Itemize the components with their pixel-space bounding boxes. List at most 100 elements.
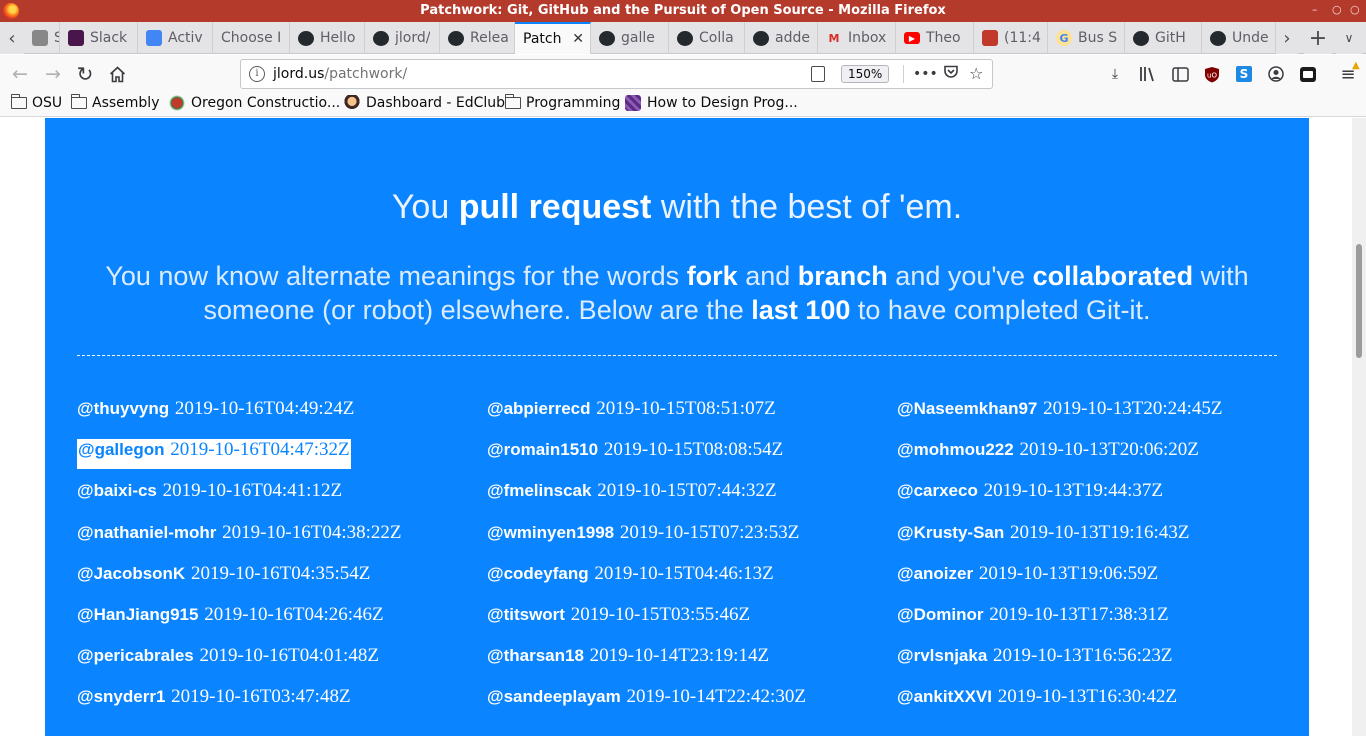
close-window-button[interactable]: ○ [1350, 3, 1360, 16]
bookmark-programming[interactable]: Programming [504, 94, 620, 111]
completion-timestamp: 2019-10-13T17:38:31Z [989, 604, 1169, 625]
completion-entry: @sandeeplayam 2019-10-14T22:42:30Z [487, 686, 806, 716]
github-username-link[interactable]: @baixi-cs [77, 481, 157, 500]
github-username-link[interactable]: @Dominor [897, 605, 983, 624]
github-username-link[interactable]: @pericabrales [77, 646, 194, 665]
completion-timestamp: 2019-10-16T04:01:48Z [199, 645, 379, 666]
reader-view-icon[interactable] [811, 66, 825, 82]
github-username-link[interactable]: @nathaniel-mohr [77, 523, 216, 542]
github-username-link[interactable]: @HanJiang915 [77, 605, 198, 624]
tab-label: adde [775, 30, 810, 46]
tab-4[interactable]: Hello [290, 22, 365, 54]
github-username-link[interactable]: @tharsan18 [487, 646, 584, 665]
tab-16[interactable]: Unde [1202, 22, 1276, 54]
extension-dark-icon[interactable] [1299, 65, 1317, 83]
sidebar-icon[interactable] [1171, 65, 1189, 83]
tab-label: Relea [470, 30, 509, 46]
github-username-link[interactable]: @titswort [487, 605, 565, 624]
bookmark-star-icon[interactable]: ☆ [969, 64, 983, 83]
site-info-icon[interactable]: i [249, 66, 265, 82]
github-username-link[interactable]: @Krusty-San [897, 523, 1004, 542]
folder-icon [10, 94, 27, 109]
urlbar-separator [903, 65, 904, 83]
tab-11[interactable]: M Inbox [818, 22, 896, 54]
url-bar[interactable]: i jlord.us/patchwork/ 150% ••• ☆ [240, 59, 993, 89]
completion-entry: @Krusty-San 2019-10-13T19:16:43Z [897, 522, 1189, 552]
completion-entry: @titswort 2019-10-15T03:55:46Z [487, 604, 750, 634]
tab-7[interactable]: Patch ✕ [515, 22, 591, 54]
github-username-link[interactable]: @romain1510 [487, 440, 598, 459]
library-icon[interactable] [1139, 65, 1157, 83]
completion-timestamp: 2019-10-16T04:26:46Z [204, 604, 384, 625]
tab-9[interactable]: Colla [669, 22, 745, 54]
tab-12[interactable]: ▶ Theo [896, 22, 974, 54]
github-username-link[interactable]: @fmelinscak [487, 481, 591, 500]
close-tab-icon[interactable]: ✕ [572, 31, 584, 47]
completion-timestamp: 2019-10-16T04:41:12Z [162, 480, 343, 501]
minimize-button[interactable]: – [1312, 3, 1318, 16]
zoom-level-button[interactable]: 150% [841, 65, 890, 83]
tab-15[interactable]: GitH [1125, 22, 1202, 54]
bookmark-edclub-dashboard[interactable]: Dashboard - EdClub [344, 95, 505, 111]
completion-entry: @nathaniel-mohr 2019-10-16T04:38:22Z [77, 522, 402, 552]
all-tabs-menu-icon[interactable]: ∨ [1336, 22, 1362, 54]
tab-0[interactable]: S F [24, 22, 60, 54]
bookmark-htdp[interactable]: How to Design Prog... [625, 95, 798, 111]
home-button[interactable] [104, 61, 130, 87]
scrollbar-thumb[interactable] [1356, 244, 1362, 358]
github-username-link[interactable]: @mohmou222 [897, 440, 1014, 459]
completion-timestamp: 2019-10-13T16:56:23Z [993, 645, 1173, 666]
reload-button[interactable]: ↻ [72, 61, 98, 87]
github-username-link[interactable]: @JacobsonK [77, 564, 185, 583]
github-icon [753, 30, 769, 46]
github-username-link[interactable]: @carxeco [897, 481, 978, 500]
github-username-link[interactable]: @ankitXXVI [897, 687, 992, 706]
forward-button[interactable]: → [40, 61, 66, 87]
github-username-link[interactable]: @wminyen1998 [487, 523, 614, 542]
downloads-icon[interactable]: ⤓ [1106, 65, 1124, 83]
completion-entry: @JacobsonK 2019-10-16T04:35:54Z [77, 563, 370, 593]
github-username-link[interactable]: @thuyvyng [77, 399, 169, 418]
ublock-origin-icon[interactable]: uO [1203, 65, 1221, 83]
tab-5[interactable]: jlord/ [365, 22, 440, 54]
github-username-link[interactable]: @codeyfang [487, 564, 589, 583]
github-username-link[interactable]: @sandeeplayam [487, 687, 621, 706]
page-actions-menu-icon[interactable]: ••• [913, 66, 938, 82]
github-username-link[interactable]: @rvlsnjaka [897, 646, 987, 665]
tab-8[interactable]: galle [591, 22, 669, 54]
completion-entry: @pericabrales 2019-10-16T04:01:48Z [77, 645, 379, 675]
github-username-link[interactable]: @anoizer [897, 564, 973, 583]
completion-entry: @abpierrecd 2019-10-15T08:51:07Z [487, 398, 776, 428]
tab-13[interactable]: (11:4 [974, 22, 1048, 54]
tab-3[interactable]: Choose I [213, 22, 290, 54]
tab-1[interactable]: Slack [60, 22, 138, 54]
page-scrollbar[interactable] [1352, 118, 1366, 736]
github-username-link[interactable]: @Naseemkhan97 [897, 399, 1037, 418]
new-tab-button[interactable]: + [1304, 22, 1332, 54]
bookmarks-toolbar: OSU Assembly Oregon Constructio... Dashb… [0, 92, 1366, 117]
scroll-tabs-right-button[interactable]: › [1276, 22, 1298, 54]
account-icon[interactable] [1267, 65, 1285, 83]
bookmark-osu[interactable]: OSU [10, 94, 62, 111]
maximize-button[interactable]: ○ [1332, 3, 1342, 16]
svg-text:uO: uO [1207, 71, 1217, 79]
github-username-link[interactable]: @gallegon [78, 440, 164, 459]
completion-timestamp: 2019-10-13T16:30:42Z [997, 686, 1178, 707]
tab-label: Bus S [1078, 30, 1118, 46]
url-text[interactable]: jlord.us/patchwork/ [273, 66, 407, 82]
tab-14[interactable]: G Bus S [1048, 22, 1125, 54]
github-username-link[interactable]: @abpierrecd [487, 399, 591, 418]
scroll-tabs-left-button[interactable]: ‹ [0, 22, 24, 54]
tab-2[interactable]: Activ [138, 22, 213, 54]
bookmark-assembly[interactable]: Assembly [70, 94, 159, 111]
back-button[interactable]: ← [7, 61, 33, 87]
tab-10[interactable]: adde [745, 22, 818, 54]
pocket-icon[interactable] [943, 64, 959, 84]
page-headline: You pull request with the best of 'em. [391, 188, 963, 226]
extension-s-icon[interactable]: S [1235, 65, 1253, 83]
completion-entry: @gallegon 2019-10-16T04:47:32Z [77, 439, 351, 469]
github-username-link[interactable]: @snyderr1 [77, 687, 165, 706]
tab-6[interactable]: Relea [440, 22, 515, 54]
bookmark-oregon-construction[interactable]: Oregon Constructio... [169, 95, 340, 111]
completions-panel: You pull request with the best of 'em. Y… [45, 118, 1309, 736]
